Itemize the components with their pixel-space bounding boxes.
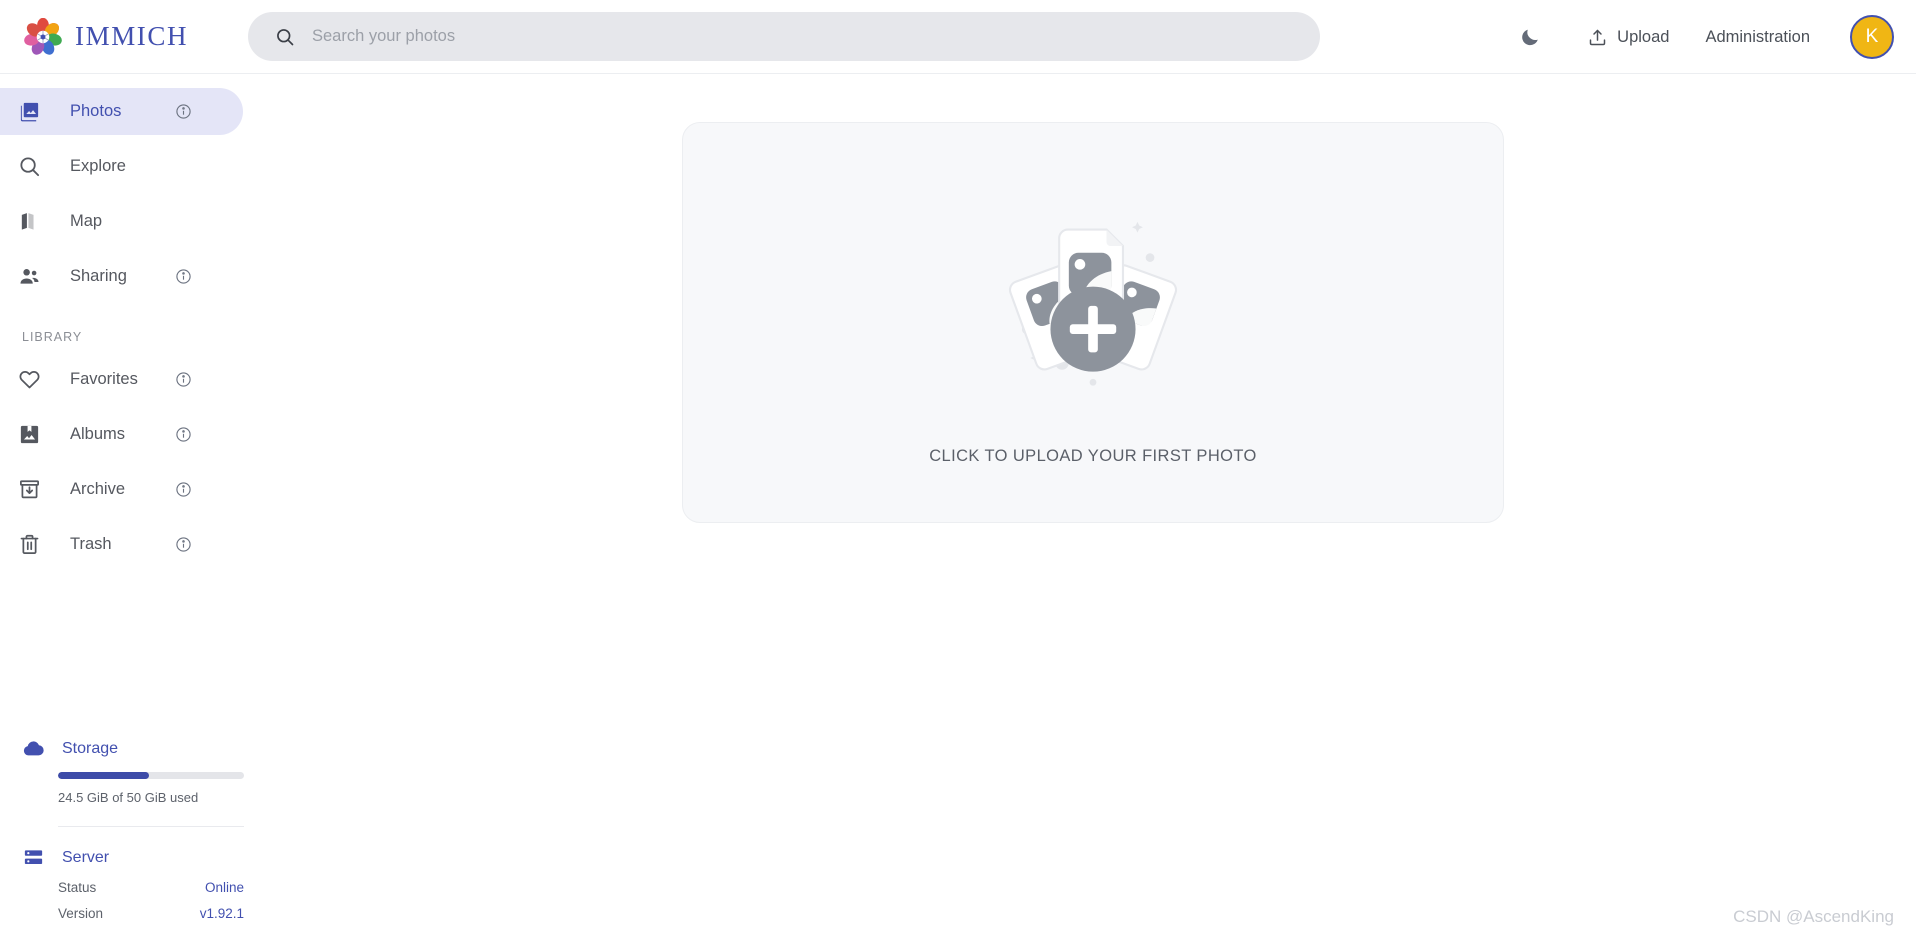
info-icon[interactable] <box>175 103 192 120</box>
storage-progress-fill <box>58 772 150 779</box>
sidebar-item-archive[interactable]: Archive <box>0 466 243 513</box>
theme-toggle-button[interactable] <box>1505 16 1555 58</box>
upload-dropzone[interactable]: CLICK TO UPLOAD YOUR FIRST PHOTO <box>682 122 1504 523</box>
search-icon <box>277 28 294 45</box>
server-version-label: Version <box>58 906 104 921</box>
heart-icon <box>19 371 40 389</box>
sidebar-item-photos[interactable]: Photos <box>0 88 243 135</box>
search-input[interactable] <box>312 21 1252 52</box>
albums-icon <box>20 425 39 444</box>
footer-divider <box>58 826 244 827</box>
server-title: Server <box>62 848 110 866</box>
sidebar-item-albums[interactable]: Albums <box>0 411 243 458</box>
info-icon[interactable] <box>175 426 192 443</box>
info-icon[interactable] <box>175 481 192 498</box>
photos-icon <box>20 102 39 122</box>
administration-link[interactable]: Administration <box>1687 18 1828 57</box>
immich-flower-logo-icon <box>24 17 62 55</box>
brand-logo-link[interactable]: IMMICH <box>24 17 236 56</box>
sharing-icon <box>20 269 39 284</box>
info-icon[interactable] <box>175 371 192 388</box>
photo-cards-plus-illustration <box>1008 221 1178 386</box>
sidebar-item-favorites[interactable]: Favorites <box>0 356 243 403</box>
sidebar-item-label: Trash <box>70 535 112 553</box>
brand-name: IMMICH <box>75 21 189 51</box>
trash-icon <box>20 534 39 554</box>
info-icon[interactable] <box>175 536 192 553</box>
upload-icon <box>1589 29 1606 45</box>
upload-button[interactable]: Upload <box>1569 17 1687 58</box>
sidebar-item-explore[interactable]: Explore <box>0 143 243 190</box>
avatar-initial: K <box>1865 26 1879 47</box>
storage-title: Storage <box>62 739 119 757</box>
sidebar-item-label: Sharing <box>70 267 127 285</box>
archive-icon <box>20 480 39 499</box>
sidebar: Photos Explore Map Sharing LIBRARY Favor… <box>0 74 245 943</box>
moon-icon <box>1522 29 1538 46</box>
sidebar-item-label: Photos <box>70 102 122 120</box>
cloud-icon <box>23 741 44 756</box>
storage-header: Storage <box>22 737 221 760</box>
sidebar-item-label: Archive <box>70 480 126 498</box>
administration-label: Administration <box>1705 27 1810 46</box>
header-actions: Upload Administration K <box>1505 0 1894 74</box>
upload-button-label: Upload <box>1617 27 1670 46</box>
sidebar-primary-group: Photos Explore Map Sharing <box>0 88 245 300</box>
search-bar[interactable] <box>248 12 1320 61</box>
sidebar-item-label: Albums <box>70 425 126 443</box>
server-status-value: Online <box>204 880 244 895</box>
app-header: IMMICH Upload Administration K <box>0 0 1916 74</box>
main-content: CLICK TO UPLOAD YOUR FIRST PHOTO <box>245 74 1916 943</box>
search-icon <box>20 157 40 177</box>
sidebar-item-label: Favorites <box>70 370 138 388</box>
watermark: CSDN @AscendKing <box>1733 907 1894 926</box>
server-version-row: Version v1.92.1 <box>58 906 244 921</box>
server-status-label: Status <box>58 880 97 895</box>
sidebar-item-label: Map <box>70 212 103 230</box>
sidebar-item-map[interactable]: Map <box>0 198 243 245</box>
server-header: Server <box>22 846 221 869</box>
sidebar-item-label: Explore <box>70 157 126 175</box>
map-icon <box>21 213 34 230</box>
server-status-row: Status Online <box>58 880 244 895</box>
server-icon <box>24 850 43 865</box>
user-avatar[interactable]: K <box>1850 15 1894 59</box>
sidebar-footer: Storage 24.5 GiB of 50 GiB used Server S… <box>0 737 245 921</box>
server-version-value: v1.92.1 <box>199 906 244 921</box>
storage-progress-bar[interactable] <box>58 772 244 779</box>
sidebar-library-group: Favorites Albums Archive Trash <box>0 356 245 568</box>
upload-caption: CLICK TO UPLOAD YOUR FIRST PHOTO <box>929 447 1257 465</box>
storage-usage-text: 24.5 GiB of 50 GiB used <box>58 790 199 805</box>
sidebar-item-trash[interactable]: Trash <box>0 521 243 568</box>
info-icon[interactable] <box>175 268 192 285</box>
sidebar-library-heading: LIBRARY <box>22 330 83 344</box>
sidebar-item-sharing[interactable]: Sharing <box>0 253 243 300</box>
